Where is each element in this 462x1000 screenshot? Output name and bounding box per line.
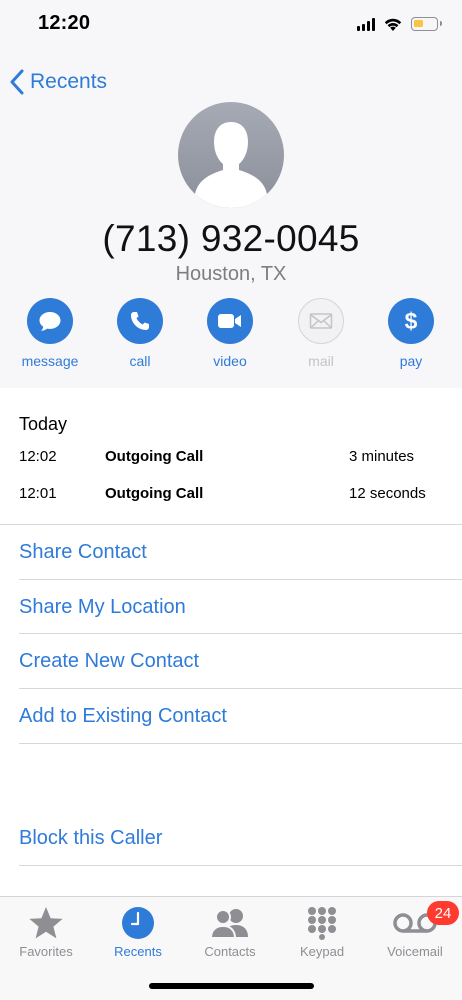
- chevron-left-icon: [10, 69, 24, 95]
- call-duration: 3 minutes: [349, 448, 415, 465]
- contact-phone-number: (713) 932-0045: [102, 218, 360, 259]
- call-time: 12:02: [19, 448, 57, 465]
- message-button[interactable]: message: [10, 298, 90, 369]
- status-icons: [357, 14, 442, 34]
- back-label: Recents: [30, 70, 108, 93]
- mail-label: mail: [308, 353, 334, 369]
- call-kind: Outgoing Call: [105, 485, 204, 502]
- cellular-signal-icon: [357, 17, 375, 31]
- tab-label: Contacts: [204, 944, 256, 959]
- share-contact-link[interactable]: Share Contact: [19, 541, 147, 564]
- dollar-icon: $: [405, 308, 418, 334]
- call-log-row: 12:01 Outgoing Call 12 seconds: [0, 485, 462, 505]
- contact-location: Houston, TX: [175, 263, 287, 285]
- person-silhouette-icon: [195, 122, 267, 208]
- video-label: video: [213, 353, 247, 369]
- call-time: 12:01: [19, 485, 57, 502]
- video-button[interactable]: video: [190, 298, 270, 369]
- pay-label: pay: [399, 353, 423, 369]
- phone-icon: [131, 312, 149, 330]
- tab-contacts[interactable]: Contacts: [184, 903, 276, 959]
- star-icon: [29, 907, 63, 939]
- call-label: call: [129, 353, 151, 369]
- battery-icon: [411, 17, 442, 31]
- tab-label: Favorites: [19, 944, 73, 959]
- create-contact-link[interactable]: Create New Contact: [19, 650, 199, 673]
- back-button[interactable]: Recents: [10, 66, 107, 98]
- row-divider: [19, 633, 462, 634]
- contacts-icon: [209, 909, 248, 939]
- call-button[interactable]: call: [100, 298, 180, 369]
- tab-label: Keypad: [299, 944, 345, 959]
- keypad-icon: [308, 907, 336, 940]
- wifi-icon: [384, 18, 402, 31]
- tab-label: Recents: [114, 944, 162, 959]
- block-caller-link[interactable]: Block this Caller: [19, 827, 162, 850]
- row-divider: [19, 688, 462, 689]
- call-duration: 12 seconds: [349, 485, 426, 502]
- clock-icon: [122, 907, 154, 939]
- share-location-link[interactable]: Share My Location: [19, 596, 186, 619]
- home-indicator[interactable]: [149, 983, 314, 989]
- pay-button[interactable]: $ pay: [371, 298, 451, 369]
- svg-text:$: $: [405, 308, 418, 334]
- envelope-icon: [309, 313, 333, 329]
- message-label: message: [21, 353, 79, 369]
- tab-label: Voicemail: [387, 944, 443, 959]
- tab-keypad[interactable]: Keypad: [276, 903, 368, 959]
- tab-favorites[interactable]: Favorites: [0, 903, 92, 959]
- status-time: 12:20: [38, 12, 91, 34]
- recents-day-label: Today: [19, 414, 68, 434]
- add-existing-contact-link[interactable]: Add to Existing Contact: [19, 705, 227, 728]
- contact-avatar: [178, 102, 284, 208]
- row-divider: [19, 865, 462, 866]
- call-kind: Outgoing Call: [105, 448, 204, 465]
- section-divider: [0, 524, 462, 525]
- speech-bubble-icon: [39, 312, 61, 331]
- video-camera-icon: [218, 314, 241, 328]
- row-divider: [19, 579, 462, 580]
- tab-recents[interactable]: Recents: [92, 903, 184, 959]
- row-divider: [19, 743, 462, 744]
- call-log-row: 12:02 Outgoing Call 3 minutes: [0, 448, 462, 468]
- mail-button[interactable]: mail: [281, 298, 361, 369]
- voicemail-badge: 24: [427, 901, 459, 925]
- tab-voicemail[interactable]: 24 Voicemail: [369, 901, 461, 959]
